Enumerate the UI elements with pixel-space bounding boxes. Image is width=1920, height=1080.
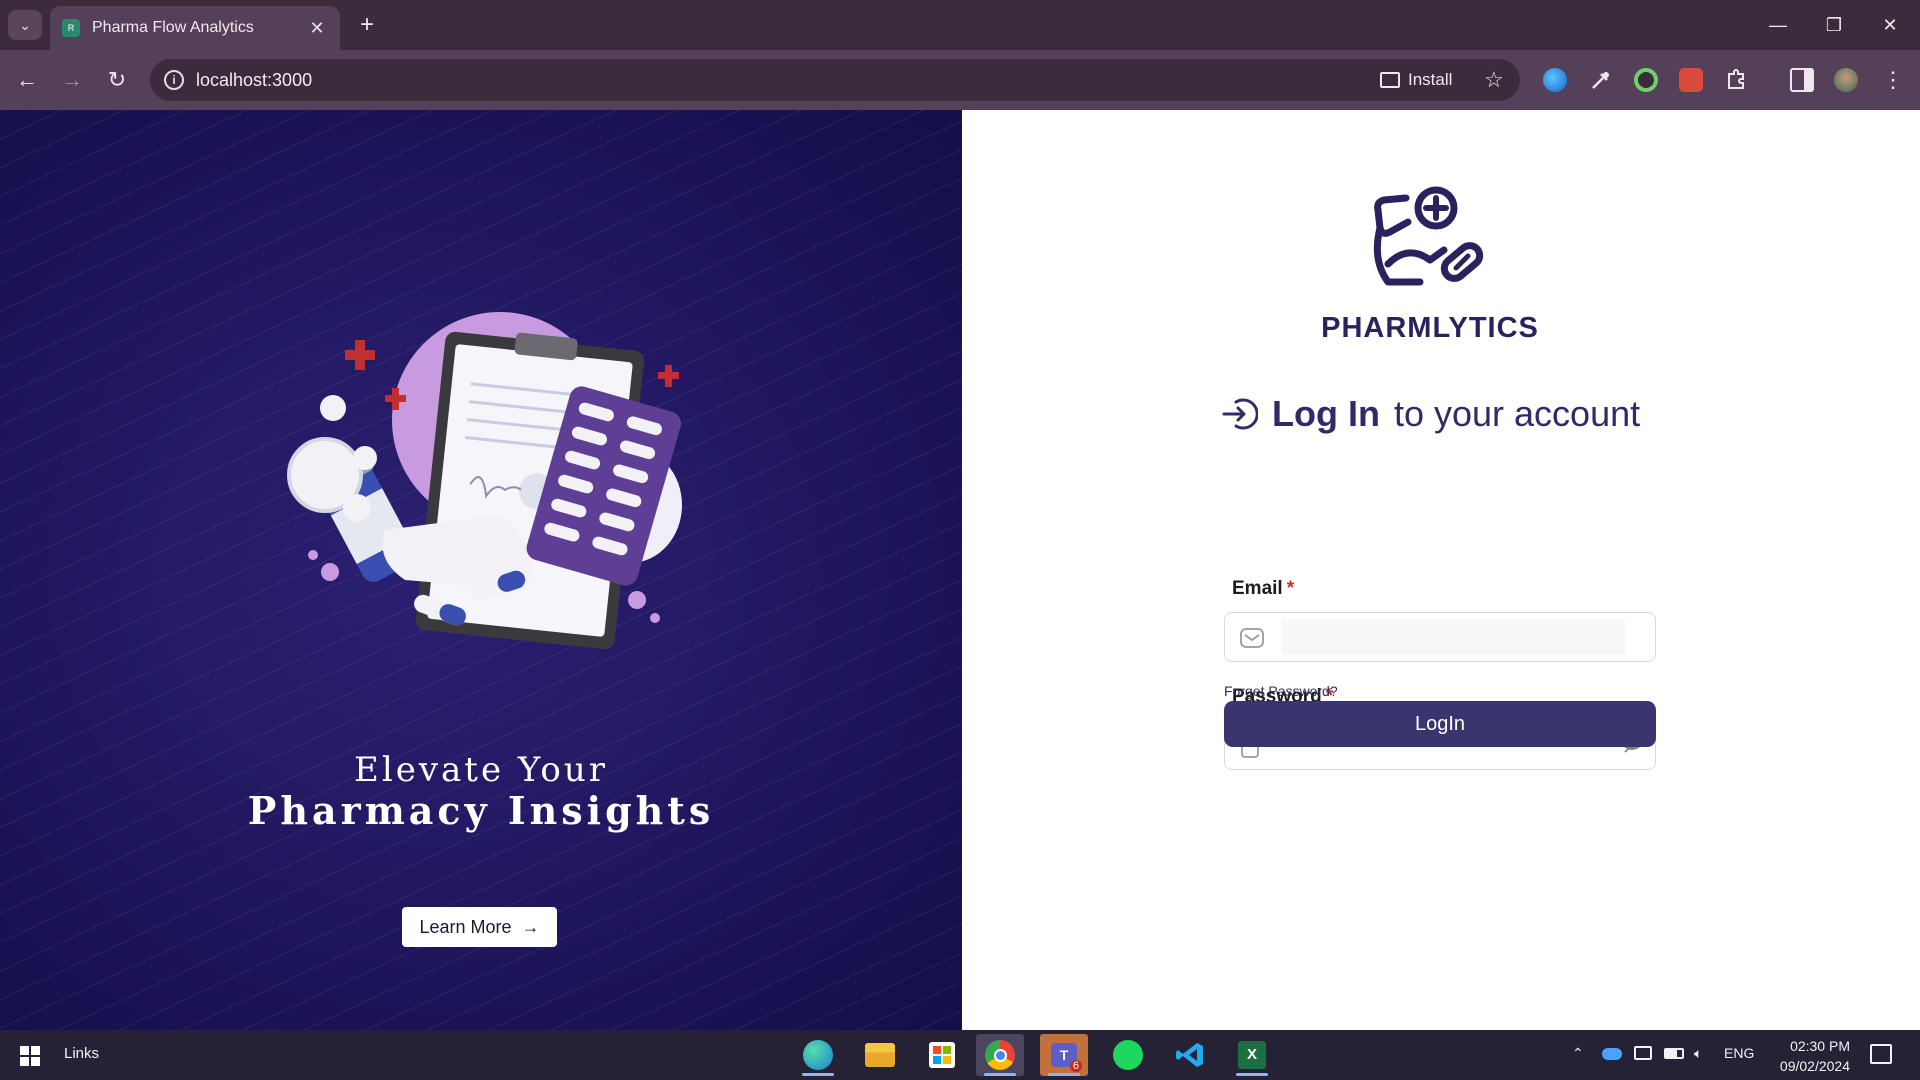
green-circle-extension-icon[interactable] [1634, 68, 1658, 92]
tab-close-icon[interactable]: ✕ [306, 18, 328, 39]
links-toolbar[interactable]: Links [64, 1045, 99, 1062]
email-field[interactable] [1224, 612, 1656, 662]
bookmark-star-icon[interactable]: ☆ [1484, 67, 1504, 93]
tab-title: Pharma Flow Analytics [92, 19, 254, 36]
edge-extension-icon[interactable] [1543, 68, 1567, 92]
tab-favicon-icon: R [62, 19, 80, 37]
eyedropper-extension-icon[interactable] [1589, 68, 1613, 92]
pharmacy-illustration [287, 312, 682, 650]
login-page: Elevate Your Pharmacy Insights Learn Mor… [0, 110, 1920, 1030]
install-app-button[interactable]: Install [1380, 67, 1452, 93]
taskbar-teams-icon[interactable]: T 6 [1040, 1034, 1088, 1076]
envelope-icon [1240, 628, 1264, 648]
windows-taskbar: Links T 6 X ⌃ 🔈︎ ENG 02:30 PM 09/02/2024 [0, 1030, 1920, 1080]
back-button[interactable]: ← [10, 63, 44, 97]
learn-more-button[interactable]: Learn More → [402, 907, 557, 947]
side-panel-icon[interactable] [1790, 68, 1814, 92]
red-extension-icon[interactable] [1679, 68, 1703, 92]
minimize-button[interactable]: — [1758, 8, 1798, 42]
hero-section: Elevate Your Pharmacy Insights Learn Mor… [0, 110, 962, 1030]
taskbar-excel-icon[interactable]: X [1228, 1034, 1276, 1076]
profile-avatar[interactable] [1834, 68, 1858, 92]
required-asterisk: * [1286, 578, 1295, 599]
clock-date: 09/02/2024 [1779, 1058, 1850, 1074]
close-window-button[interactable]: ✕ [1870, 8, 1910, 42]
login-button[interactable]: LogIn [1224, 701, 1656, 747]
address-bar[interactable]: i localhost:3000 Install ☆ [150, 59, 1520, 101]
browser-tab[interactable]: R Pharma Flow Analytics ✕ [50, 6, 340, 50]
teams-badge: 6 [1069, 1060, 1082, 1072]
browser-toolbar: ← → ↻ i localhost:3000 Install ☆ ⋮ [0, 50, 1920, 110]
browser-tabstrip: ⌄ R Pharma Flow Analytics ✕ + — ❐ ✕ [0, 0, 1920, 50]
battery-icon[interactable] [1664, 1048, 1684, 1059]
learn-more-label: Learn More [419, 916, 512, 937]
forward-button[interactable]: → [55, 63, 89, 97]
onedrive-cloud-icon[interactable] [1602, 1048, 1622, 1060]
clock-time: 02:30 PM [1790, 1038, 1850, 1054]
heading-rest-text: to your account [1393, 393, 1641, 434]
notification-center-icon[interactable] [1870, 1044, 1892, 1064]
extensions-puzzle-icon[interactable] [1724, 68, 1748, 92]
taskbar-chrome-icon[interactable] [976, 1034, 1024, 1076]
language-indicator[interactable]: ENG [1724, 1045, 1754, 1061]
email-label-text: Email [1232, 578, 1283, 599]
install-icon [1380, 72, 1400, 88]
email-input[interactable] [1281, 619, 1625, 655]
brand-name: PHARMLYTICS [1321, 312, 1539, 344]
taskbar-store-icon[interactable] [918, 1034, 966, 1076]
new-tab-button[interactable]: + [352, 10, 382, 40]
volume-icon[interactable]: 🔈︎ [1694, 1045, 1702, 1062]
hero-tagline-line1: Elevate Your [354, 750, 608, 790]
taskbar-clock[interactable]: 02:30 PM 09/02/2024 [1754, 1036, 1850, 1076]
forgot-password-link[interactable]: Forget Password? [1224, 683, 1338, 699]
pharmlytics-logo-icon [1373, 186, 1484, 286]
taskbar-file-explorer-icon[interactable] [856, 1034, 904, 1076]
restore-button[interactable]: ❐ [1814, 8, 1854, 42]
taskbar-vscode-icon[interactable] [1166, 1034, 1214, 1076]
hero-tagline-line2: Pharmacy Insights [247, 788, 715, 833]
show-hidden-icons-chevron-icon[interactable]: ⌃ [1572, 1045, 1584, 1062]
site-info-icon[interactable]: i [164, 70, 184, 90]
login-arrow-icon [1222, 398, 1258, 430]
windows-start-icon[interactable] [20, 1046, 40, 1066]
taskbar-edge-icon[interactable] [794, 1034, 842, 1076]
arrow-right-icon: → [521, 916, 540, 937]
tab-search-button[interactable]: ⌄ [8, 10, 42, 40]
heading-strong-text: Log In [1272, 393, 1380, 434]
network-icon[interactable] [1634, 1046, 1652, 1060]
install-label: Install [1408, 70, 1453, 89]
email-label: Email * [1232, 578, 1294, 600]
url-text[interactable]: localhost:3000 [196, 70, 312, 91]
reload-button[interactable]: ↻ [100, 63, 134, 97]
browser-menu-icon[interactable]: ⋮ [1876, 63, 1910, 97]
taskbar-spotify-icon[interactable] [1104, 1034, 1152, 1076]
login-heading: Log In to your account [1222, 393, 1640, 435]
